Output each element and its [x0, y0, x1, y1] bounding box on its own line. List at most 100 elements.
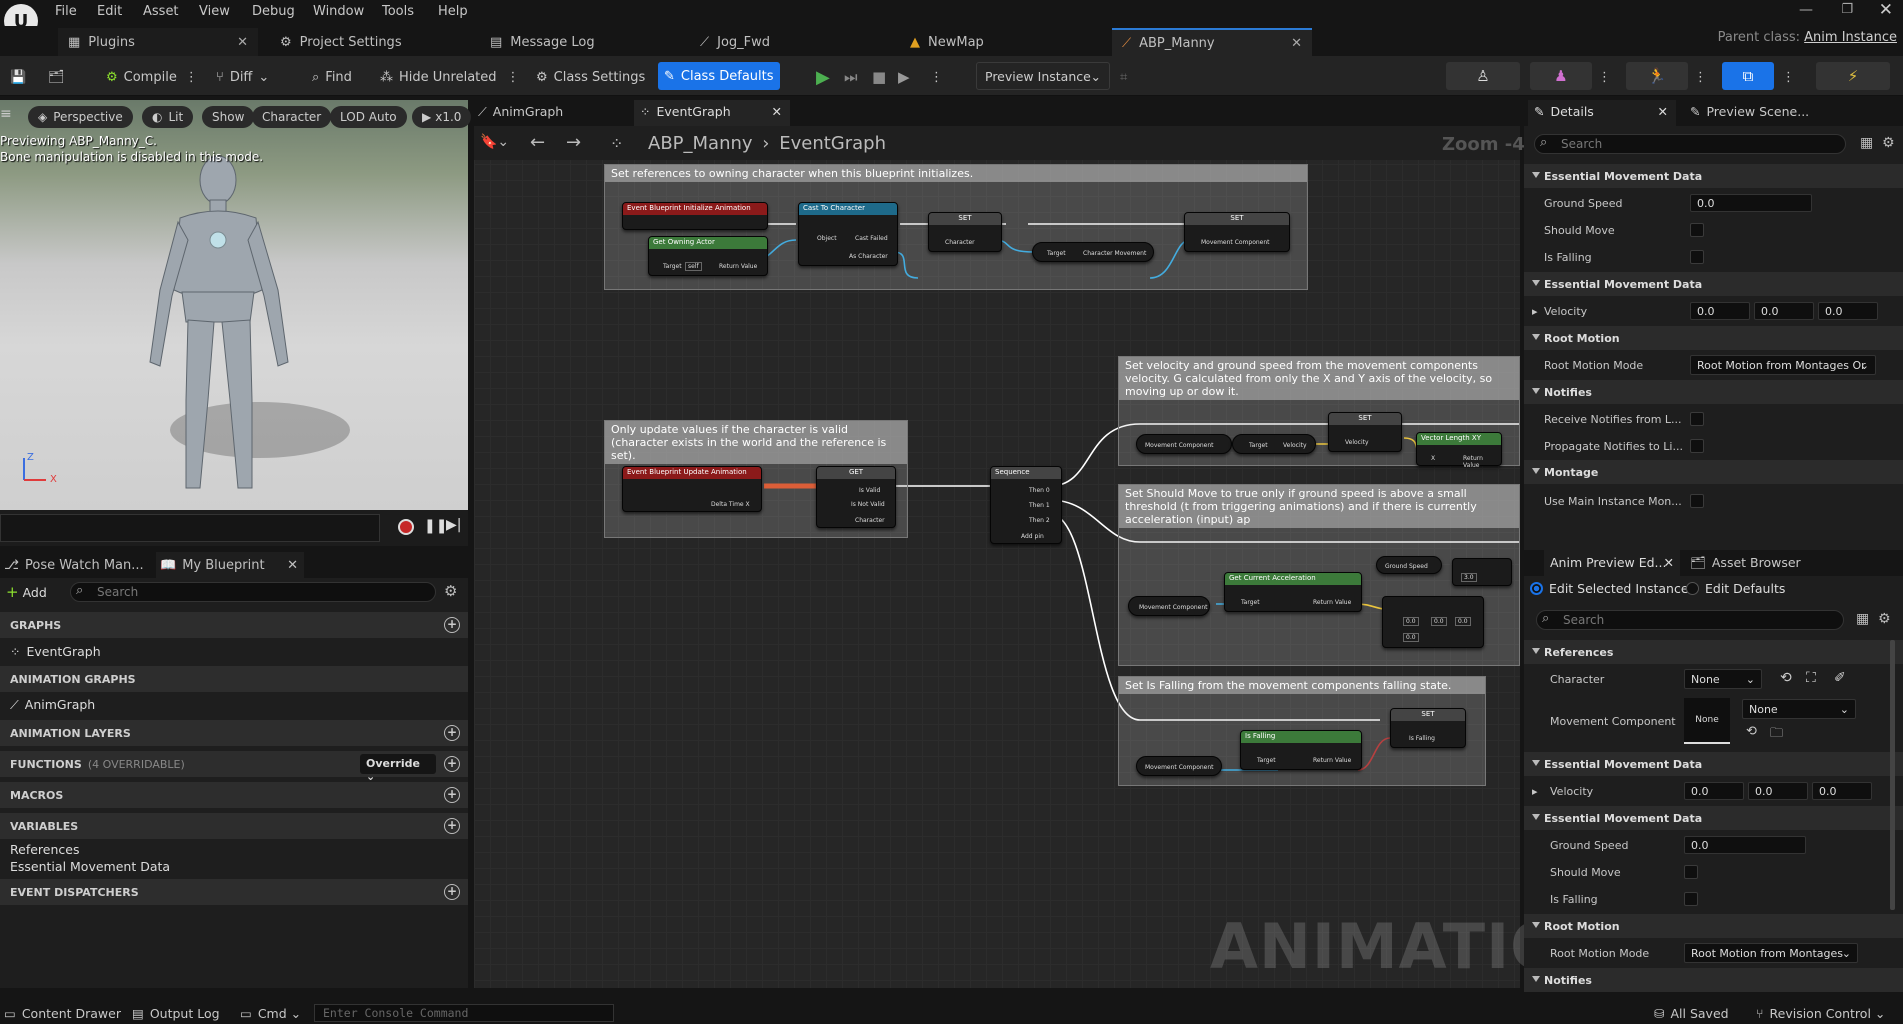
hamburger-icon[interactable]: ≡ [0, 106, 16, 128]
ground-speed-field[interactable]: 0.0 [1690, 194, 1812, 212]
tab-preview-scene[interactable]: ✎ Preview Scene... [1690, 104, 1809, 119]
close-window-icon[interactable]: ✕ [1879, 0, 1893, 20]
expand-arrow-icon[interactable]: ▸ [1532, 785, 1538, 798]
skeleton-mode-button[interactable]: ♙ [1446, 62, 1520, 90]
revision-control-button[interactable]: ⑂ Revision Control ⌄ [1756, 1006, 1885, 1021]
node-vector-compare[interactable]: 0.0 0.0 0.0 0.0 [1382, 596, 1484, 648]
preview-section-references[interactable]: References [1524, 640, 1903, 664]
more-icon[interactable]: ⋮ [507, 70, 520, 85]
bookmark-icon[interactable]: 🔖⌄ [480, 134, 509, 150]
lod-button[interactable]: LOD Auto [330, 106, 407, 128]
tab-my-blueprint[interactable]: 📖 My Blueprint ✕ [156, 552, 304, 578]
blueprint-mode-button[interactable]: ⧉ [1722, 62, 1774, 90]
step-forward-icon[interactable]: ▶| [446, 517, 461, 533]
more-icon[interactable]: ⋮ [1688, 64, 1713, 90]
physics-mode-button[interactable]: ⚡ [1816, 62, 1890, 90]
details-section-montage[interactable]: Montage [1524, 460, 1903, 484]
menu-debug[interactable]: Debug [252, 4, 295, 19]
node-set-movement-component[interactable]: SET Movement Component [1184, 212, 1290, 252]
graph-item-animgraph[interactable]: ⟋ AnimGraph [0, 697, 468, 713]
scrollbar[interactable] [1890, 640, 1895, 910]
add-button[interactable]: + Add [6, 582, 47, 602]
parent-class-link[interactable]: Anim Instance [1804, 30, 1897, 45]
preview-velocity-z-field[interactable]: 0.0 [1812, 782, 1872, 800]
table-view-icon[interactable]: ▦ [1860, 135, 1873, 151]
pause-icon[interactable]: ❚❚ [424, 518, 447, 534]
more-icon[interactable]: ⋮ [185, 70, 198, 85]
pin-add[interactable]: Add pin [1021, 533, 1044, 540]
node-get-character[interactable]: GET Is Valid Is Not Valid Character [816, 466, 896, 528]
more-icon[interactable]: ⋮ [924, 64, 949, 90]
settings-gear-icon[interactable]: ⚙ [1878, 611, 1891, 627]
tab-eventgraph[interactable]: ⁘ EventGraph ✕ [634, 100, 790, 126]
menu-help[interactable]: Help [438, 4, 468, 19]
propagate-notifies-checkbox[interactable] [1690, 439, 1704, 453]
section-event-dispatchers[interactable]: EVENT DISPATCHERS + [0, 879, 468, 905]
tab-message-log[interactable]: ▤ Message Log [480, 28, 680, 56]
record-icon[interactable] [398, 519, 414, 535]
preview-velocity-y-field[interactable]: 0.0 [1748, 782, 1808, 800]
forward-arrow-icon[interactable]: → [566, 132, 581, 153]
mesh-mode-button[interactable]: ♟ [1530, 62, 1592, 90]
all-saved-button[interactable]: ⛁ All Saved [1654, 1006, 1729, 1021]
details-section-emd-2[interactable]: Essential Movement Data [1524, 272, 1903, 296]
velocity-y-field[interactable]: 0.0 [1754, 302, 1814, 320]
add-layer-icon[interactable]: + [444, 725, 460, 741]
velocity-x-field[interactable]: 0.0 [1690, 302, 1750, 320]
content-drawer-button[interactable]: ▭ Content Drawer [4, 1006, 121, 1021]
preview-ground-speed-field[interactable]: 0.0 [1684, 836, 1806, 854]
node-set-character[interactable]: SET Character [928, 212, 1002, 252]
variable-category-references[interactable]: References [0, 842, 468, 857]
reset-arrow-icon[interactable]: ⟲ [1780, 670, 1792, 686]
preview-section-notifies[interactable]: Notifies [1524, 968, 1903, 992]
more-icon[interactable]: ⋮ [1592, 64, 1617, 90]
is-falling-checkbox[interactable] [1690, 250, 1704, 264]
preview-is-falling-checkbox[interactable] [1684, 892, 1698, 906]
add-variable-icon[interactable]: + [444, 818, 460, 834]
preview-root-motion-dropdown[interactable]: Root Motion from Montages ⌄ [1684, 943, 1858, 963]
close-icon[interactable]: ✕ [287, 558, 298, 573]
node-movement-component-get-2[interactable]: Movement Component [1128, 596, 1210, 616]
node-cast-to-character[interactable]: Cast To Character Object Cast Failed As … [798, 202, 898, 266]
preview-instance-dropdown[interactable]: Preview Instance ⌄ [976, 62, 1110, 90]
node-compare-float[interactable]: 3.0 [1452, 558, 1512, 586]
node-set-is-falling[interactable]: SET Is Falling [1390, 708, 1466, 748]
node-movement-component-get[interactable]: Movement Component [1136, 434, 1232, 454]
class-defaults-button[interactable]: ✎ Class Defaults [658, 62, 780, 90]
menu-edit[interactable]: Edit [97, 4, 122, 19]
browse-icon[interactable]: ⛶ [1806, 670, 1816, 686]
menu-file[interactable]: File [55, 4, 77, 19]
preview-should-move-checkbox[interactable] [1684, 865, 1698, 879]
animation-mode-button[interactable]: 🏃 [1626, 62, 1688, 90]
node-movement-component-get-3[interactable]: Movement Component [1136, 756, 1222, 776]
save-icon[interactable]: 💾 [4, 64, 32, 90]
section-functions[interactable]: FUNCTIONS (4 OVERRIDABLE) Override ⌄ + [0, 751, 468, 783]
playback-speed-button[interactable]: ▶ x1.0 [412, 106, 472, 128]
node-is-falling-get[interactable]: Is Falling Target Return Value [1240, 730, 1362, 770]
tab-details[interactable]: ✎ Details ✕ [1528, 100, 1676, 126]
hide-unrelated-button[interactable]: ⁂ Hide Unrelated ⋮ [374, 64, 526, 90]
node-velocity-get[interactable]: Target Velocity [1232, 434, 1316, 454]
tab-plugins[interactable]: ▦ Plugins ✕ [58, 28, 258, 56]
details-section-root-motion[interactable]: Root Motion [1524, 326, 1903, 350]
tab-pose-watch[interactable]: ⎇ Pose Watch Man... [4, 552, 144, 578]
close-icon[interactable]: ✕ [237, 35, 248, 50]
character-button[interactable]: Character [252, 106, 332, 128]
class-settings-button[interactable]: ⚙ Class Settings [530, 64, 651, 90]
tab-animgraph[interactable]: ⟋ AnimGraph [478, 104, 563, 120]
tab-anim-preview-editor[interactable]: Anim Preview Ed... ✕ [1544, 550, 1680, 576]
section-variables[interactable]: VARIABLES + [0, 813, 468, 839]
eject-icon[interactable]: ▶ [892, 64, 916, 90]
tab-project-settings[interactable]: ⚙ Project Settings [270, 28, 470, 56]
add-dispatcher-icon[interactable]: + [444, 884, 460, 900]
override-dropdown[interactable]: Override ⌄ [360, 754, 436, 783]
node-set-velocity[interactable]: SET Velocity [1328, 412, 1402, 452]
settings-gear-icon[interactable]: ⚙ [1882, 135, 1895, 151]
node-ground-speed-get[interactable]: Ground Speed [1376, 556, 1442, 574]
preview-section-emd-2[interactable]: Essential Movement Data [1524, 806, 1903, 830]
should-move-checkbox[interactable] [1690, 223, 1704, 237]
stop-icon[interactable]: ■ [866, 64, 892, 90]
breadcrumb-graph[interactable]: EventGraph [779, 133, 886, 154]
node-event-update[interactable]: Event Blueprint Update Animation Delta T… [622, 466, 762, 512]
debug-object-icon[interactable]: ⌗ [1114, 64, 1133, 90]
